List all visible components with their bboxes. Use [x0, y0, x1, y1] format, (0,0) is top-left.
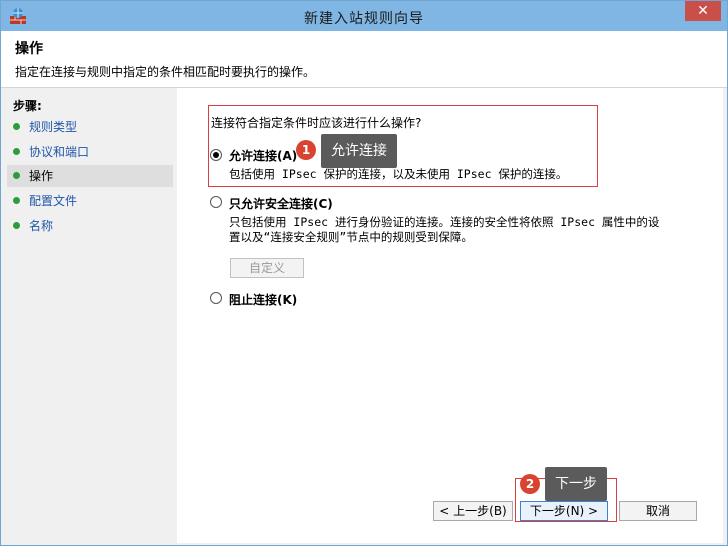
steps-sidebar: 步骤: 规则类型 协议和端口 操作 配置文件 名称: [7, 92, 175, 540]
back-button[interactable]: < 上一步(B): [433, 501, 513, 521]
close-icon: ✕: [697, 3, 709, 19]
step-badge-2: 2: [520, 474, 540, 494]
step-dot-icon: [13, 148, 20, 155]
next-button[interactable]: 下一步(N) >: [520, 501, 608, 521]
sidebar-item-label: 规则类型: [29, 120, 78, 134]
action-panel: 连接符合指定条件时应该进行什么操作? 允许连接(A) 包括使用 IPsec 保护…: [177, 88, 723, 543]
cancel-button[interactable]: 取消: [619, 501, 697, 521]
step-dot-icon: [13, 123, 20, 130]
secure-only-radio[interactable]: [210, 196, 222, 208]
sidebar-item-name[interactable]: 名称: [7, 215, 173, 237]
allow-option-desc: 包括使用 IPsec 保护的连接，以及未使用 IPsec 保护的连接。: [229, 167, 568, 181]
wizard-content: 步骤: 规则类型 协议和端口 操作 配置文件 名称 连接符合指定条件时应该进行什…: [1, 88, 727, 545]
wizard-header: 操作 指定在连接与规则中指定的条件相匹配时要执行的操作。: [1, 31, 727, 88]
allow-option-label[interactable]: 允许连接(A): [229, 147, 297, 164]
page-title: 操作: [15, 41, 43, 57]
step-dot-icon: [13, 197, 20, 204]
step-dot-icon: [13, 222, 20, 229]
customize-button[interactable]: 自定义: [230, 258, 304, 278]
action-question: 连接符合指定条件时应该进行什么操作?: [211, 116, 422, 130]
sidebar-item-label: 名称: [29, 219, 54, 233]
tooltip-next: 下一步: [545, 467, 607, 501]
steps-title: 步骤:: [13, 99, 42, 113]
step-badge-1: 1: [296, 140, 316, 160]
page-description: 指定在连接与规则中指定的条件相匹配时要执行的操作。: [15, 65, 316, 79]
window-title: 新建入站规则向导: [304, 11, 424, 27]
secure-only-desc-line1: 只包括使用 IPsec 进行身份验证的连接。连接的安全性将依照 IPsec 属性…: [229, 215, 660, 229]
close-button[interactable]: ✕: [685, 1, 721, 21]
title-bar: 新建入站规则向导 ✕: [1, 1, 727, 31]
secure-only-option-label[interactable]: 只允许安全连接(C): [229, 195, 333, 212]
sidebar-item-protocol-port[interactable]: 协议和端口: [7, 141, 173, 163]
allow-radio[interactable]: [210, 149, 222, 161]
sidebar-item-profile[interactable]: 配置文件: [7, 190, 173, 212]
sidebar-item-action[interactable]: 操作: [7, 165, 173, 187]
secure-only-desc-line2: 置以及“连接安全规则”节点中的规则受到保障。: [229, 230, 473, 244]
sidebar-item-label: 协议和端口: [29, 145, 90, 159]
wizard-window: 新建入站规则向导 ✕ 操作 指定在连接与规则中指定的条件相匹配时要执行的操作。 …: [0, 0, 728, 546]
tooltip-allow: 允许连接: [321, 134, 397, 168]
step-dot-icon: [13, 172, 20, 179]
sidebar-item-label: 操作: [29, 169, 54, 183]
block-option-label[interactable]: 阻止连接(K): [229, 291, 297, 308]
sidebar-item-rule-type[interactable]: 规则类型: [7, 116, 173, 138]
sidebar-item-label: 配置文件: [29, 194, 78, 208]
block-radio[interactable]: [210, 292, 222, 304]
